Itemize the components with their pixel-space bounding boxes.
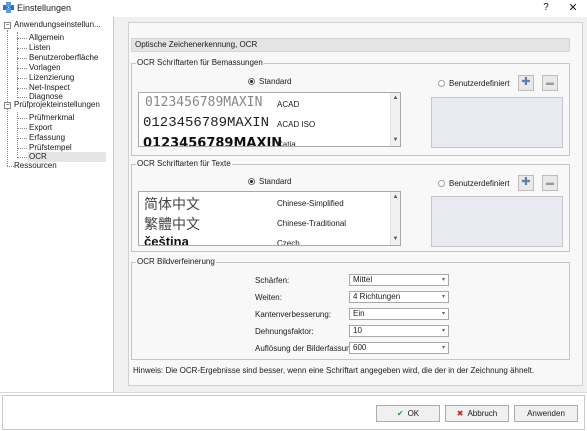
settings-puzzle-icon xyxy=(3,2,14,13)
custom-radio[interactable] xyxy=(438,80,445,87)
custom-radio-label: Benutzerdefiniert xyxy=(449,79,510,88)
tree-item-vorlagen[interactable]: Vorlagen xyxy=(29,63,61,73)
font-name[interactable]: ACAD xyxy=(277,100,299,109)
apply-button[interactable]: Anwenden xyxy=(514,405,578,422)
custom-radio-label: Benutzerdefiniert xyxy=(449,179,510,188)
font-name[interactable]: Chinese-Traditional xyxy=(277,219,346,228)
font-sample: 简体中文 xyxy=(144,196,200,212)
font-sample: čeština xyxy=(144,234,189,245)
scroll-up-icon[interactable]: ▲ xyxy=(391,193,400,202)
section-title: Optische Zeichenerkennung, OCR xyxy=(131,38,570,52)
group-title: OCR Schriftarten für Texte xyxy=(136,159,232,169)
tree-item-benutzeroberflaeche[interactable]: Benutzeroberfläche xyxy=(29,53,98,63)
tree-item-export[interactable]: Export xyxy=(29,123,52,133)
custom-radio[interactable] xyxy=(438,180,445,187)
font-sample: 繁體中文 xyxy=(144,216,200,232)
vertical-scrollbar[interactable]: ▲ ▼ xyxy=(390,192,400,245)
window-title: Einstellungen xyxy=(17,3,72,13)
help-button[interactable]: ? xyxy=(540,2,552,13)
tree-line xyxy=(17,32,18,96)
cancel-button[interactable]: ✖ Abbruch xyxy=(445,405,509,422)
tree-item-listen[interactable]: Listen xyxy=(29,43,50,53)
edge-enhance-value: Ein xyxy=(353,309,365,318)
chevron-down-icon: ▾ xyxy=(441,294,445,300)
tree-item-project-settings[interactable]: Prüfprojekteinstellungen xyxy=(14,100,100,110)
dilate-value: 4 Richtungen xyxy=(353,292,401,301)
add-font-button[interactable]: ✚ xyxy=(518,75,534,91)
group-title: OCR Bildverfeinerung xyxy=(136,257,216,267)
chevron-down-icon: ▾ xyxy=(441,345,445,351)
scroll-down-icon[interactable]: ▼ xyxy=(391,136,400,145)
title-bar: Einstellungen ? ✕ xyxy=(0,0,587,16)
capture-resolution-value: 600 xyxy=(353,343,367,352)
add-font-button[interactable]: ✚ xyxy=(518,175,534,191)
stretch-factor-select[interactable]: 10 ▾ xyxy=(349,325,449,337)
sharpen-label: Schärfen: xyxy=(255,276,290,285)
vertical-scrollbar[interactable]: ▲ ▼ xyxy=(390,93,400,146)
font-name[interactable]: Czech xyxy=(277,239,300,245)
tree-item-allgemein[interactable]: Allgemein xyxy=(29,33,64,43)
dialog-footer: ✔ OK ✖ Abbruch Anwenden xyxy=(0,392,587,431)
font-name[interactable]: Chinese-Simplified xyxy=(277,199,344,208)
ok-button[interactable]: ✔ OK xyxy=(376,405,440,422)
capture-resolution-select[interactable]: 600 ▾ xyxy=(349,342,449,354)
dimension-fonts-list[interactable]: 0123456789MAXIN ACAD 0123456789MAXIN ACA… xyxy=(138,92,401,147)
tree-item-erfassung[interactable]: Erfassung xyxy=(29,133,65,143)
sharpen-value: Mittel xyxy=(353,275,373,284)
cancel-button-label: Abbruch xyxy=(467,409,498,418)
standard-radio-label: Standard xyxy=(259,177,292,186)
collapse-toggle[interactable]: − xyxy=(4,102,11,109)
capture-resolution-label: Auflösung der Bilderfassung: xyxy=(255,344,358,353)
custom-font-preview xyxy=(431,97,563,148)
tree-line xyxy=(7,30,8,166)
chevron-down-icon: ▾ xyxy=(441,328,445,334)
group-title: OCR Schriftarten für Bemassungen xyxy=(136,58,264,68)
ok-button-label: OK xyxy=(407,409,420,418)
custom-font-preview xyxy=(431,196,563,247)
dilate-select[interactable]: 4 Richtungen ▾ xyxy=(349,291,449,303)
scroll-down-icon[interactable]: ▼ xyxy=(391,235,400,244)
chevron-down-icon: ▾ xyxy=(441,277,445,283)
collapse-toggle[interactable]: − xyxy=(4,22,11,29)
settings-tree: − Anwendungseinstellun... Allgemein List… xyxy=(0,17,112,392)
standard-radio[interactable] xyxy=(248,78,255,85)
tree-item-ressourcen[interactable]: Ressourcen xyxy=(14,161,57,171)
standard-radio-label: Standard xyxy=(259,77,292,86)
font-sample: 0123456789MAXIN xyxy=(145,95,263,110)
close-button[interactable]: ✕ xyxy=(566,1,580,14)
remove-font-button[interactable]: ▬ xyxy=(542,175,558,191)
font-name[interactable]: ACAD ISO xyxy=(277,120,315,129)
edge-enhance-select[interactable]: Ein ▾ xyxy=(349,308,449,320)
cancel-x-icon: ✖ xyxy=(456,409,464,418)
checkmark-icon: ✔ xyxy=(396,409,404,418)
sharpen-select[interactable]: Mittel ▾ xyxy=(349,274,449,286)
text-fonts-list[interactable]: 简体中文 Chinese-Simplified 繁體中文 Chinese-Tra… xyxy=(138,191,401,246)
font-sample: 0123456789MAXIN xyxy=(143,115,270,131)
chevron-down-icon: ▾ xyxy=(441,311,445,317)
stretch-factor-label: Dehnungsfaktor: xyxy=(255,327,314,336)
font-name[interactable]: Catia xyxy=(277,140,296,146)
tree-item-application-settings[interactable]: Anwendungseinstellun... xyxy=(14,20,101,30)
hint-text: Hinweis: Die OCR-Ergebnisse sind besser,… xyxy=(133,366,535,375)
scroll-up-icon[interactable]: ▲ xyxy=(391,94,400,103)
remove-font-button[interactable]: ▬ xyxy=(542,75,558,91)
tree-item-pruefmerkmal[interactable]: Prüfmerkmal xyxy=(29,113,74,123)
standard-radio[interactable] xyxy=(248,178,255,185)
dilate-label: Weiten: xyxy=(255,293,282,302)
stretch-factor-value: 10 xyxy=(353,326,362,335)
edge-enhance-label: Kantenverbesserung: xyxy=(255,310,332,319)
tree-item-lizenzierung[interactable]: Lizenzierung xyxy=(29,73,74,83)
font-sample: 0123456789MAXIN xyxy=(143,136,283,146)
